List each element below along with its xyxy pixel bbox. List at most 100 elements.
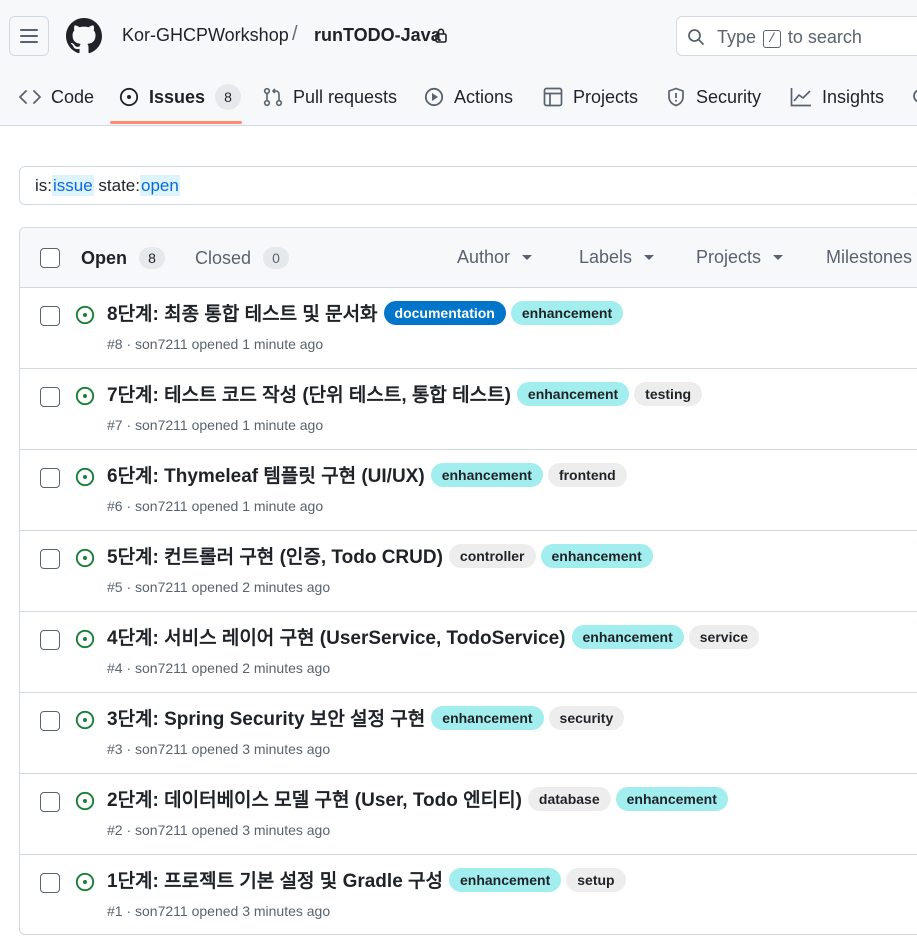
tab-pull-requests-label: Pull requests — [293, 86, 398, 107]
issue-checkbox[interactable] — [40, 630, 60, 650]
issues-filter-input[interactable]: is:issue state:open — [19, 166, 917, 205]
issue-checkbox[interactable] — [40, 387, 60, 407]
issue-opened-icon — [75, 548, 95, 568]
tab-insights-label: Insights — [822, 86, 885, 107]
issue-row[interactable]: 6단계: Thymeleaf 템플릿 구현 (UI/UX) enhancement… — [20, 450, 917, 531]
issue-checkbox[interactable] — [40, 792, 60, 812]
label-enhancement[interactable]: enhancement — [516, 381, 630, 406]
issue-title-link[interactable]: 4단계: 서비스 레이어 구현 (UserService, TodoServic… — [107, 623, 566, 650]
active-tab-indicator — [110, 121, 242, 124]
select-all-checkbox[interactable] — [40, 248, 60, 268]
global-search-input[interactable]: Type / to search — [676, 16, 917, 56]
closed-count: 0 — [263, 247, 290, 269]
label-controller[interactable]: controller — [448, 543, 536, 568]
issue-title-link[interactable]: 7단계: 테스트 코드 작성 (단위 테스트, 통합 테스트) — [107, 380, 511, 407]
issue-title-link[interactable]: 2단계: 데이터베이스 모델 구현 (User, Todo 엔티티) — [107, 785, 522, 812]
projects-dropdown[interactable]: Projects — [696, 247, 784, 268]
issue-row[interactable]: 4단계: 서비스 레이어 구현 (UserService, TodoServic… — [20, 612, 917, 693]
open-count: 8 — [139, 247, 166, 269]
issue-meta: #3 · son7211 opened 3 minutes ago — [107, 741, 331, 757]
labels-dropdown[interactable]: Labels — [579, 247, 655, 268]
issue-row[interactable]: 1단계: 프로젝트 기본 설정 및 Gradle 구성 enhancement se… — [20, 855, 917, 934]
issue-opened-icon — [75, 791, 95, 811]
label-service[interactable]: service — [688, 624, 760, 649]
label-testing[interactable]: testing — [634, 381, 703, 406]
issue-title-line: 5단계: 컨트롤러 구현 (인증, Todo CRUD) controller en… — [107, 542, 658, 569]
repo-owner-link[interactable]: Kor-GHCPWorkshop — [122, 25, 289, 46]
label-enhancement[interactable]: enhancement — [540, 543, 653, 568]
issue-checkbox[interactable] — [40, 549, 60, 569]
labels-label: Labels — [579, 247, 633, 267]
gear-icon[interactable] — [910, 86, 917, 106]
issue-title-line: 1단계: 프로젝트 기본 설정 및 Gradle 구성 enhancement se… — [107, 866, 631, 893]
label-documentation[interactable]: documentation — [383, 300, 506, 325]
issue-row[interactable]: 8단계: 최종 통합 테스트 및 문서화 documentation enhance… — [20, 288, 917, 369]
issue-meta: #4 · son7211 opened 2 minutes ago — [107, 660, 331, 676]
author-dropdown[interactable]: Author — [457, 247, 533, 268]
issue-title-link[interactable]: 6단계: Thymeleaf 템플릿 구현 (UI/UX) — [107, 461, 425, 488]
open-issues-filter[interactable]: Open 8 — [81, 247, 166, 269]
issue-meta: #2 · son7211 opened 3 minutes ago — [107, 822, 331, 838]
github-logo-icon[interactable] — [66, 18, 102, 54]
lock-icon — [435, 28, 447, 43]
issue-checkbox[interactable] — [40, 306, 60, 326]
breadcrumb-separator: / — [292, 23, 298, 45]
issue-opened-icon — [75, 710, 95, 730]
pull-request-icon — [263, 87, 283, 107]
issues-counter: 8 — [215, 84, 242, 110]
issue-row[interactable]: 7단계: 테스트 코드 작성 (단위 테스트, 통합 테스트) enhanceme… — [20, 369, 917, 450]
issue-row[interactable]: 3단계: Spring Security 보안 설정 구현 enhancement… — [20, 693, 917, 774]
label-database[interactable]: database — [527, 786, 611, 811]
issue-title-link[interactable]: 5단계: 컨트롤러 구현 (인증, Todo CRUD) — [107, 542, 443, 569]
issue-meta: #1 · son7211 opened 3 minutes ago — [107, 903, 331, 919]
issue-title-line: 2단계: 데이터베이스 모델 구현 (User, Todo 엔티티) databa… — [107, 785, 733, 812]
tab-issues-label: Issues — [149, 86, 206, 107]
issue-opened-icon — [75, 467, 95, 487]
chevron-down-icon — [773, 255, 784, 260]
label-enhancement[interactable]: enhancement — [615, 786, 728, 811]
issue-title-link[interactable]: 1단계: 프로젝트 기본 설정 및 Gradle 구성 — [107, 866, 443, 893]
label-frontend[interactable]: frontend — [547, 462, 627, 487]
label-enhancement[interactable]: enhancement — [449, 867, 562, 892]
milestones-dropdown[interactable]: Milestones — [826, 247, 912, 268]
label-security[interactable]: security — [548, 705, 625, 730]
closed-issues-filter[interactable]: Closed 0 — [195, 247, 290, 269]
label-setup[interactable]: setup — [566, 867, 626, 892]
play-icon — [424, 87, 444, 107]
open-label: Open — [81, 247, 128, 268]
chevron-down-icon — [522, 255, 533, 260]
search-placeholder-prefix: Type — [717, 27, 757, 47]
tab-code[interactable]: Code — [19, 84, 94, 110]
issue-title-link[interactable]: 8단계: 최종 통합 테스트 및 문서화 — [107, 299, 378, 326]
author-label: Author — [457, 247, 511, 267]
hamburger-icon — [20, 29, 38, 43]
issue-row[interactable]: 5단계: 컨트롤러 구현 (인증, Todo CRUD) controller en… — [20, 531, 917, 612]
issue-title-link[interactable]: 3단계: Spring Security 보안 설정 구현 — [107, 704, 425, 731]
code-icon — [19, 90, 41, 104]
tab-insights[interactable]: Insights — [790, 84, 884, 110]
tab-issues[interactable]: Issues 8 — [119, 84, 242, 110]
issue-title-line: 4단계: 서비스 레이어 구현 (UserService, TodoServic… — [107, 623, 764, 650]
issue-checkbox[interactable] — [40, 873, 60, 893]
tab-actions-label: Actions — [454, 86, 514, 107]
tab-pull-requests[interactable]: Pull requests — [263, 84, 397, 110]
repo-name-link[interactable]: runTODO-Java — [314, 25, 441, 46]
tab-code-label: Code — [51, 86, 95, 107]
label-enhancement[interactable]: enhancement — [571, 624, 684, 649]
search-icon — [688, 29, 704, 45]
label-enhancement[interactable]: enhancement — [510, 300, 624, 325]
issue-checkbox[interactable] — [40, 468, 60, 488]
issue-checkbox[interactable] — [40, 711, 60, 731]
tab-actions[interactable]: Actions — [424, 84, 513, 110]
tab-security[interactable]: Security — [666, 84, 761, 110]
repo-header: Kor-GHCPWorkshop / runTODO-Java Type / t… — [0, 0, 917, 126]
issue-opened-icon — [75, 629, 95, 649]
issue-meta: #5 · son7211 opened 2 minutes ago — [107, 579, 331, 595]
issue-row[interactable]: 2단계: 데이터베이스 모델 구현 (User, Todo 엔티티) databa… — [20, 774, 917, 855]
tab-projects[interactable]: Projects — [543, 84, 638, 110]
label-enhancement[interactable]: enhancement — [430, 462, 543, 487]
filter-value-issue: issue — [52, 175, 94, 196]
menu-button[interactable] — [9, 16, 49, 56]
label-enhancement[interactable]: enhancement — [431, 705, 544, 730]
search-placeholder: Type / to search — [717, 27, 862, 49]
